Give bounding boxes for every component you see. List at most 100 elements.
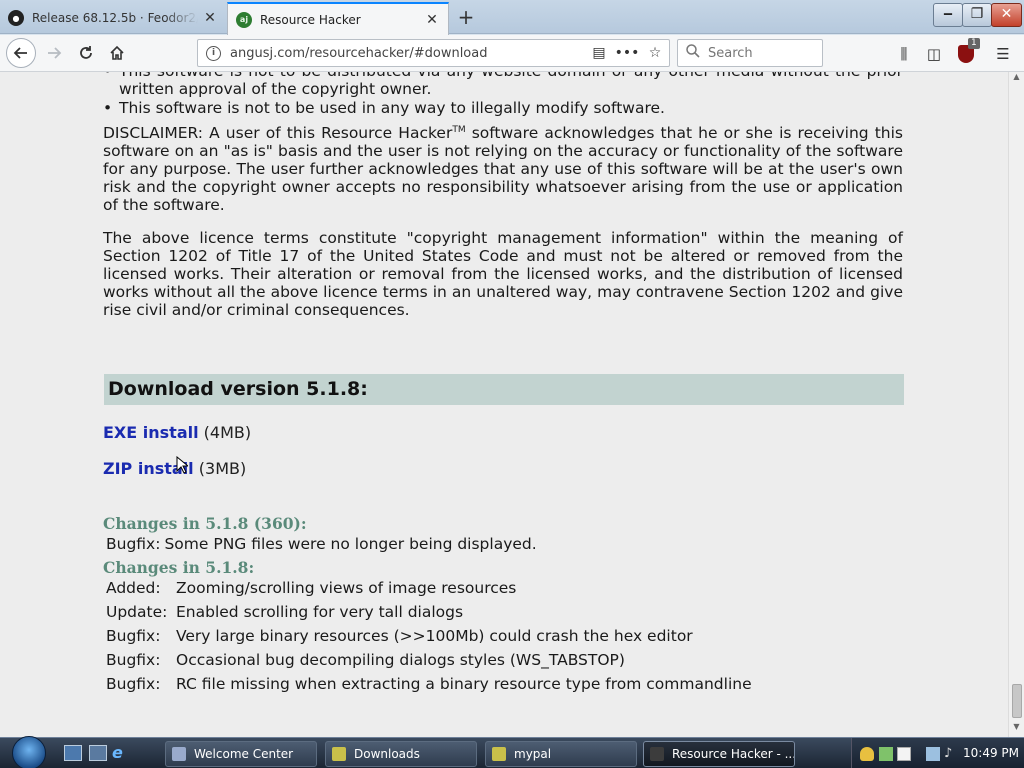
change-type: Bugfix: xyxy=(106,535,161,553)
scrollbar-thumb[interactable] xyxy=(1012,684,1022,718)
show-desktop-icon[interactable] xyxy=(64,745,82,761)
switch-windows-icon[interactable] xyxy=(89,745,107,761)
change-text: Some PNG files were no longer being disp… xyxy=(164,535,537,553)
change-type: Bugfix: xyxy=(106,675,161,693)
close-tab-icon[interactable]: ✕ xyxy=(202,10,218,26)
tab-title: Release 68.12.5b · Feodor2/My xyxy=(32,11,198,25)
taskbar-item-label: Downloads xyxy=(354,747,420,761)
github-icon: ● xyxy=(8,10,24,26)
taskbar-item-mypal[interactable]: mypal xyxy=(485,741,637,767)
page-viewport: • This software is not to be distributed… xyxy=(0,72,1008,737)
update-check-icon[interactable] xyxy=(879,747,893,761)
navigation-toolbar: i angusj.com/resourcehacker/#download ▤ … xyxy=(0,35,1024,72)
download-exe-row: EXE install (4MB) xyxy=(103,423,251,442)
taskbar-item-label: Resource Hacker - ... xyxy=(672,747,795,761)
change-text: Very large binary resources (>>100Mb) co… xyxy=(176,627,693,645)
home-icon xyxy=(110,45,124,60)
exe-size: (4MB) xyxy=(203,423,252,442)
taskbar-item-downloads[interactable]: Downloads xyxy=(325,741,477,767)
change-item: Bugfix: RC file missing when extracting a… xyxy=(106,675,752,693)
back-arrow-icon xyxy=(13,47,27,59)
change-type: Bugfix: xyxy=(106,627,161,645)
trademark-symbol: TM xyxy=(452,125,466,135)
action-center-flag-icon[interactable] xyxy=(897,747,911,761)
close-tab-icon[interactable]: ✕ xyxy=(424,12,440,28)
change-text: Zooming/scrolling views of image resourc… xyxy=(176,579,517,597)
change-type: Bugfix: xyxy=(106,651,161,669)
change-item: Bugfix: Very large binary resources (>>10… xyxy=(106,627,693,645)
change-text: RC file missing when extracting a binary… xyxy=(176,675,752,693)
vertical-scrollbar[interactable]: ▲ ▼ xyxy=(1008,72,1024,737)
bookmark-star-icon[interactable]: ☆ xyxy=(641,45,669,61)
change-item: Update: Enabled scrolling for very tall d… xyxy=(106,603,463,621)
minimize-button[interactable]: ‒ xyxy=(933,3,963,27)
disclaimer-paragraph: DISCLAIMER: A user of this Resource Hack… xyxy=(103,121,903,214)
hamburger-menu-icon[interactable]: ☰ xyxy=(992,43,1014,65)
taskbar-item-resource-hacker[interactable]: Resource Hacker - ... xyxy=(643,741,795,767)
tab-resource-hacker[interactable]: aj Resource Hacker ✕ xyxy=(227,2,449,35)
site-info-icon[interactable]: i xyxy=(206,45,221,61)
system-tray: ♪ 10:49 PM xyxy=(851,738,1024,768)
volume-icon[interactable]: ♪ xyxy=(944,747,958,761)
close-window-button[interactable]: ✕ xyxy=(991,3,1022,27)
taskbar: e Welcome Center Downloads mypal Resourc… xyxy=(0,736,1024,768)
resource-hacker-icon: aj xyxy=(236,11,252,28)
exe-install-link[interactable]: EXE install xyxy=(103,423,199,442)
bullet-dot: • xyxy=(103,99,113,117)
changes-heading-360: Changes in 5.1.8 (360): xyxy=(103,514,307,533)
windows-logo-icon xyxy=(12,736,46,768)
forward-arrow-icon xyxy=(48,47,62,59)
scroll-down-arrow-icon[interactable]: ▼ xyxy=(1009,722,1024,737)
search-box[interactable] xyxy=(677,39,823,67)
forward-button[interactable] xyxy=(40,39,68,67)
ublock-origin-button[interactable]: 1 xyxy=(955,38,980,65)
bullet-dot: • xyxy=(103,72,112,80)
tab-release[interactable]: ● Release 68.12.5b · Feodor2/My ✕ xyxy=(0,2,226,34)
changes-heading: Changes in 5.1.8: xyxy=(103,558,255,577)
clock[interactable]: 10:49 PM xyxy=(961,738,1021,768)
download-heading: Download version 5.1.8: xyxy=(104,374,904,405)
reader-view-icon[interactable]: ▤ xyxy=(585,45,613,61)
disclaimer-start: DISCLAIMER: A user of this Resource Hack… xyxy=(103,124,453,142)
tab-strip: ● Release 68.12.5b · Feodor2/My ✕ aj Res… xyxy=(0,0,1024,35)
taskbar-item-welcome-center[interactable]: Welcome Center xyxy=(165,741,317,767)
new-tab-button[interactable]: + xyxy=(452,4,480,30)
reload-button[interactable] xyxy=(72,39,100,67)
reload-icon xyxy=(80,46,92,59)
search-icon xyxy=(686,44,700,62)
change-item: Added: Zooming/scrolling views of image r… xyxy=(106,579,516,597)
bullet-text: This software is not to be used in any w… xyxy=(119,99,665,117)
network-icon[interactable] xyxy=(926,747,940,761)
licence-terms-paragraph: The above licence terms constitute "copy… xyxy=(103,229,903,319)
ublock-badge: 1 xyxy=(968,38,980,49)
mouse-cursor-icon xyxy=(176,456,188,474)
browser-icon xyxy=(650,747,664,761)
folder-icon xyxy=(332,747,346,761)
scroll-up-arrow-icon[interactable]: ▲ xyxy=(1009,72,1024,87)
change-item: Bugfix: Occasional bug decompiling dialog… xyxy=(106,651,625,669)
folder-icon xyxy=(492,747,506,761)
tab-title: Resource Hacker xyxy=(260,12,361,27)
bullet-text: This software is not to be distributed v… xyxy=(119,72,903,98)
search-input[interactable] xyxy=(708,45,808,61)
taskbar-item-label: Welcome Center xyxy=(194,747,294,761)
home-button[interactable] xyxy=(103,39,131,67)
address-bar[interactable]: i angusj.com/resourcehacker/#download ▤ … xyxy=(197,39,670,67)
url-text[interactable]: angusj.com/resourcehacker/#download xyxy=(230,46,585,61)
change-type: Update: xyxy=(106,603,168,621)
start-button[interactable] xyxy=(8,736,48,768)
change-text: Enabled scrolling for very tall dialogs xyxy=(176,603,464,621)
maximize-button[interactable]: ❐ xyxy=(962,3,992,27)
download-zip-row: ZIP install (3MB) xyxy=(103,459,246,478)
change-text: Occasional bug decompiling dialogs style… xyxy=(176,651,625,669)
zip-size: (3MB) xyxy=(198,459,247,478)
change-type: Added: xyxy=(106,579,161,597)
library-icon[interactable]: ⫼ xyxy=(893,43,915,65)
welcome-center-icon xyxy=(172,747,186,761)
page-actions-icon[interactable]: ••• xyxy=(613,45,641,61)
security-shield-icon[interactable] xyxy=(860,747,874,761)
sidebar-icon[interactable]: ◫ xyxy=(923,43,945,65)
internet-explorer-icon[interactable]: e xyxy=(112,745,130,761)
taskbar-item-label: mypal xyxy=(514,747,552,761)
back-button[interactable] xyxy=(6,38,36,68)
